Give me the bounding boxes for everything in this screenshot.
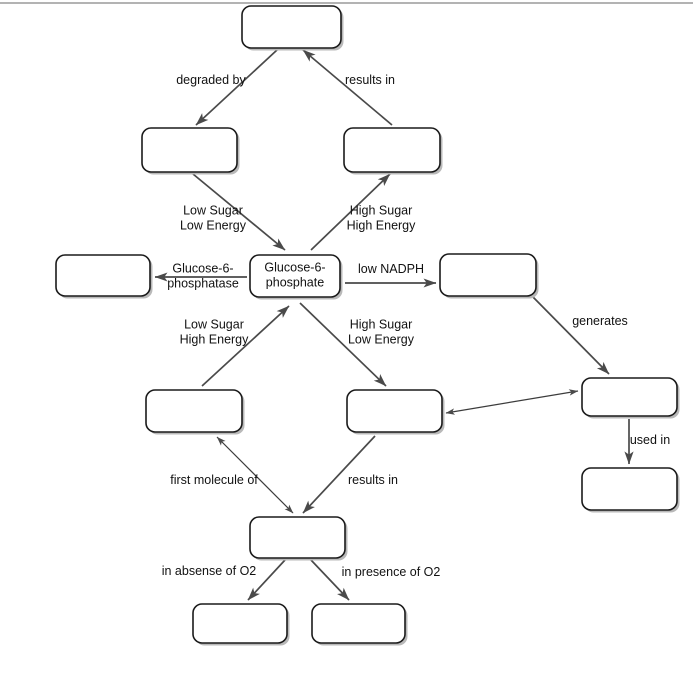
edge-label: first molecule of: [170, 473, 258, 487]
node-rect[interactable]: [141, 127, 238, 173]
node-rect[interactable]: [55, 254, 151, 297]
edge-label: results in: [348, 473, 398, 487]
edge-label: Low Sugar High Energy: [180, 318, 250, 347]
concept-node[interactable]: [192, 603, 290, 646]
concept-node[interactable]: [249, 516, 348, 561]
concept-node[interactable]: [439, 253, 539, 299]
node-rect[interactable]: [311, 603, 406, 644]
node-rect[interactable]: [343, 127, 441, 173]
node-rect[interactable]: [249, 516, 346, 559]
node-rect[interactable]: [145, 389, 243, 433]
edge-label: High Sugar High Energy: [347, 204, 417, 233]
concept-node[interactable]: [311, 603, 408, 646]
concept-node[interactable]: [581, 467, 680, 513]
node-rect[interactable]: [581, 377, 678, 417]
edge-label: results in: [345, 73, 395, 87]
edge-label: low NADPH: [358, 262, 424, 276]
node-rect[interactable]: [581, 467, 678, 511]
edge-connector: [445, 389, 579, 415]
edge-label: High Sugar Low Energy: [348, 318, 415, 347]
concept-node[interactable]: Glucose-6-phosphate: [249, 254, 343, 300]
node-rect[interactable]: [439, 253, 537, 297]
concept-map-diagram: Glucose-6-phosphate degraded by results i…: [0, 2, 693, 646]
concept-node[interactable]: [55, 254, 153, 299]
node-rect[interactable]: [192, 603, 288, 644]
edge-label: degraded by: [176, 73, 246, 87]
node-label: Glucose-6-phosphate: [264, 261, 325, 290]
concept-node[interactable]: [241, 5, 344, 51]
edge-connector: [532, 296, 610, 375]
concept-node[interactable]: [145, 389, 245, 435]
concept-map-canvas: Glucose-6-phosphate degraded by results i…: [0, 0, 693, 674]
concept-node[interactable]: [141, 127, 240, 175]
concept-node[interactable]: [343, 127, 443, 175]
edge-label: Glucose-6-phosphatase: [167, 262, 239, 291]
edge-connector: [302, 49, 393, 126]
concept-node[interactable]: [346, 389, 445, 435]
edge-label: generates: [572, 314, 628, 328]
edge-label: Low Sugar Low Energy: [180, 204, 247, 233]
node-rect[interactable]: [346, 389, 443, 433]
edge-label: used in: [630, 433, 670, 447]
edge-connector: [195, 49, 278, 126]
concept-node[interactable]: [581, 377, 680, 419]
node-rect[interactable]: [241, 5, 342, 49]
edge-label: in presence of O2: [342, 565, 441, 579]
edge-label: in absense of O2: [162, 564, 257, 578]
